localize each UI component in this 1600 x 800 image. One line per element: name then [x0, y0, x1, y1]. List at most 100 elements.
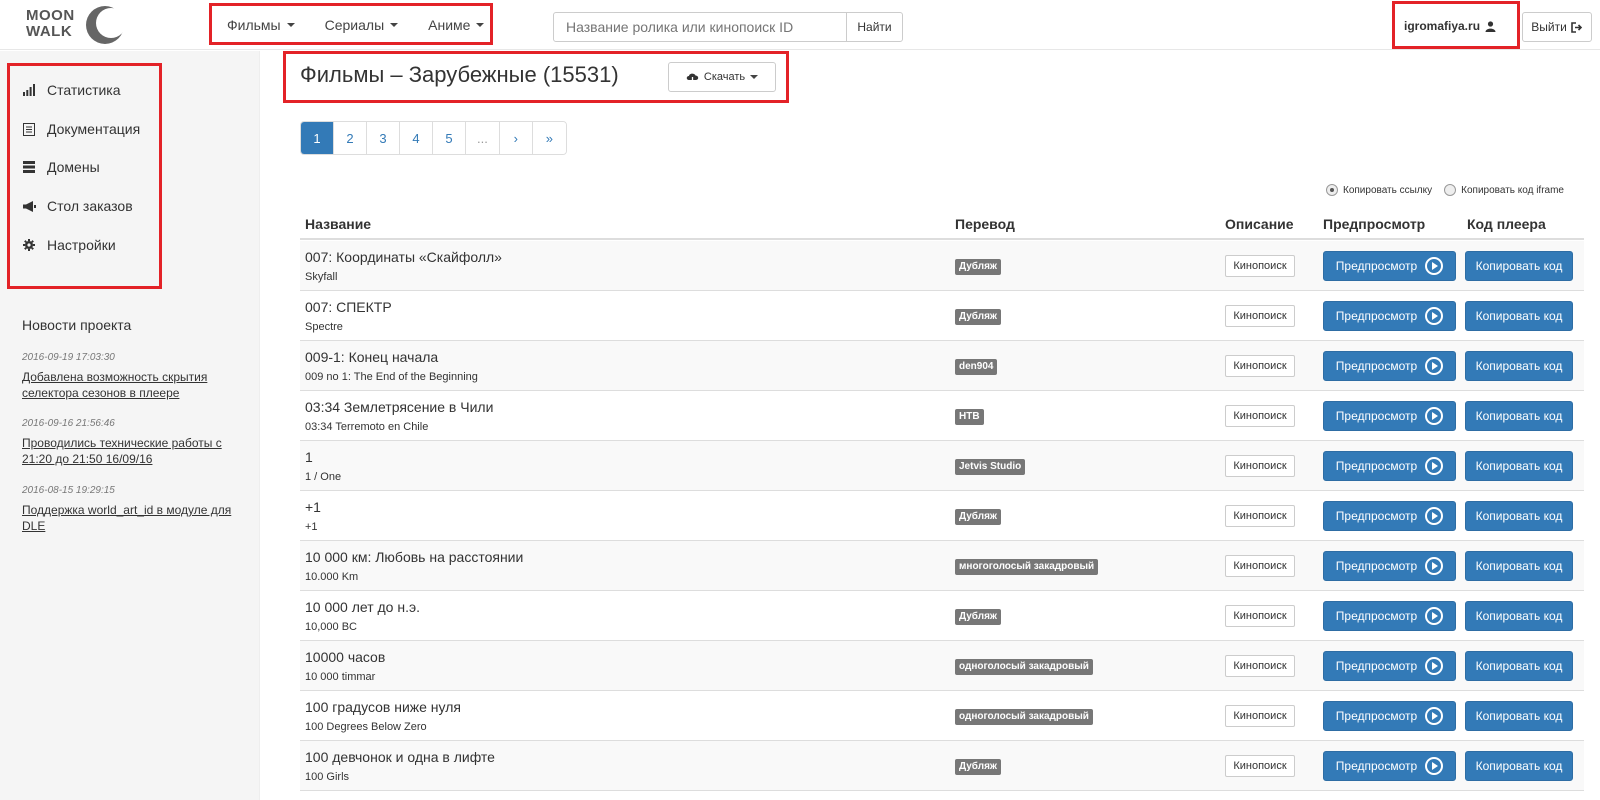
- download-button[interactable]: Скачать: [668, 62, 776, 92]
- sidebar-item-label: Стол заказов: [47, 198, 133, 214]
- table-row: 007: Координаты «Скайфолл» Skyfall Дубляж К…: [300, 241, 1584, 291]
- table-row: 100 градусов ниже нуля 100 Degrees Below …: [300, 691, 1584, 741]
- table-row: 100 девчонок и одна в лифте 100 Girls Дубл…: [300, 741, 1584, 791]
- kinopoisk-button[interactable]: Кинопоиск: [1225, 655, 1295, 677]
- sidebar-item-documentation[interactable]: Документация: [22, 117, 140, 141]
- film-title: 007: СПЕКТР: [305, 299, 392, 315]
- news-link[interactable]: Проводились технические работы с 21:20 д…: [22, 435, 232, 467]
- film-title: 1: [305, 449, 313, 465]
- play-circle-icon: [1425, 757, 1444, 775]
- server-icon: [22, 160, 36, 174]
- kinopoisk-button[interactable]: Кинопоиск: [1225, 355, 1295, 377]
- preview-button[interactable]: Предпросмотр: [1323, 551, 1456, 581]
- sidebar-item-label: Статистика: [47, 82, 121, 98]
- news-link[interactable]: Добавлена возможность скрытия селектора …: [22, 369, 232, 401]
- preview-button[interactable]: Предпросмотр: [1323, 651, 1456, 681]
- film-original-title: +1: [305, 521, 318, 533]
- sidebar-item-orders[interactable]: Стол заказов: [22, 194, 133, 218]
- copy-code-button[interactable]: Копировать код: [1465, 451, 1573, 481]
- column-player-code: Код плеера: [1467, 216, 1546, 232]
- preview-button[interactable]: Предпросмотр: [1323, 751, 1456, 781]
- menu-films-label: Фильмы: [227, 17, 281, 33]
- preview-button[interactable]: Предпросмотр: [1323, 701, 1456, 731]
- gear-icon: [22, 238, 36, 252]
- column-preview: Предпросмотр: [1323, 216, 1426, 232]
- preview-button[interactable]: Предпросмотр: [1323, 501, 1456, 531]
- preview-button[interactable]: Предпросмотр: [1323, 251, 1456, 281]
- copy-code-button[interactable]: Копировать код: [1465, 301, 1573, 331]
- user-icon: [1485, 20, 1496, 32]
- copy-link-radio[interactable]: Копировать ссылку: [1326, 184, 1432, 196]
- preview-label: Предпросмотр: [1335, 459, 1418, 473]
- sidebar-item-label: Настройки: [47, 237, 116, 253]
- kinopoisk-button[interactable]: Кинопоиск: [1225, 455, 1295, 477]
- logout-button[interactable]: Выйти: [1522, 12, 1592, 42]
- preview-label: Предпросмотр: [1335, 759, 1418, 773]
- copy-code-button[interactable]: Копировать код: [1465, 401, 1573, 431]
- copy-code-button[interactable]: Копировать код: [1465, 701, 1573, 731]
- table-row: 009-1: Конец начала 009 no 1: The End of …: [300, 341, 1584, 391]
- user-name: igromafiya.ru: [1404, 19, 1481, 33]
- translation-badge: одноголосый закадровый: [955, 659, 1093, 675]
- film-title: 100 градусов ниже нуля: [305, 699, 461, 715]
- copy-code-button[interactable]: Копировать код: [1465, 251, 1573, 281]
- film-title: 007: Координаты «Скайфолл»: [305, 249, 502, 265]
- document-icon: [22, 122, 36, 136]
- sidebar-item-settings[interactable]: Настройки: [22, 233, 116, 257]
- table-header: Название Перевод Описание Предпросмотр К…: [300, 210, 1584, 240]
- play-circle-icon: [1425, 707, 1444, 725]
- table-row: 03:34 Землетрясение в Чили 03:34 Terremot…: [300, 391, 1584, 441]
- translation-badge: Дубляж: [955, 759, 1002, 775]
- kinopoisk-button[interactable]: Кинопоиск: [1225, 755, 1295, 777]
- copy-code-button[interactable]: Копировать код: [1465, 601, 1573, 631]
- menu-anime[interactable]: Аниме: [413, 17, 499, 33]
- sidebar-item-statistics[interactable]: Статистика: [22, 78, 121, 102]
- search-input[interactable]: [553, 12, 847, 42]
- preview-button[interactable]: Предпросмотр: [1323, 351, 1456, 381]
- caret-down-icon: [390, 23, 399, 27]
- play-circle-icon: [1425, 557, 1444, 575]
- copy-code-button[interactable]: Копировать код: [1465, 551, 1573, 581]
- user-account-button[interactable]: igromafiya.ru: [1404, 14, 1496, 38]
- page-2[interactable]: 2: [334, 122, 367, 154]
- copy-code-button[interactable]: Копировать код: [1465, 351, 1573, 381]
- preview-button[interactable]: Предпросмотр: [1323, 301, 1456, 331]
- page-next[interactable]: ›: [499, 122, 533, 154]
- download-label: Скачать: [703, 71, 746, 83]
- news-link[interactable]: Поддержка world_art_id в модуле для DLE: [22, 502, 232, 534]
- page-4[interactable]: 4: [400, 122, 433, 154]
- preview-button[interactable]: Предпросмотр: [1323, 451, 1456, 481]
- play-circle-icon: [1425, 357, 1444, 375]
- kinopoisk-button[interactable]: Кинопоиск: [1225, 305, 1295, 327]
- kinopoisk-button[interactable]: Кинопоиск: [1225, 255, 1295, 277]
- table-row: 10 000 лет до н.э. 10,000 BC Дубляж Кинопои…: [300, 591, 1584, 641]
- copy-code-button[interactable]: Копировать код: [1465, 751, 1573, 781]
- menu-series[interactable]: Сериалы: [310, 17, 414, 33]
- play-circle-icon: [1425, 507, 1444, 525]
- play-circle-icon: [1425, 257, 1444, 275]
- preview-button[interactable]: Предпросмотр: [1323, 401, 1456, 431]
- sidebar-item-domains[interactable]: Домены: [22, 155, 100, 179]
- kinopoisk-button[interactable]: Кинопоиск: [1225, 605, 1295, 627]
- kinopoisk-button[interactable]: Кинопоиск: [1225, 505, 1295, 527]
- menu-films[interactable]: Фильмы: [212, 17, 310, 33]
- play-circle-icon: [1425, 407, 1444, 425]
- preview-label: Предпросмотр: [1335, 659, 1418, 673]
- table-row: 10 000 км: Любовь на расстоянии 10.000 Km…: [300, 541, 1584, 591]
- preview-button[interactable]: Предпросмотр: [1323, 601, 1456, 631]
- page-last[interactable]: »: [532, 122, 566, 154]
- copy-code-button[interactable]: Копировать код: [1465, 651, 1573, 681]
- moonwalk-logo[interactable]: MOON WALK: [26, 6, 126, 46]
- page-1[interactable]: 1: [301, 122, 334, 154]
- search-button[interactable]: Найти: [846, 12, 903, 42]
- kinopoisk-button[interactable]: Кинопоиск: [1225, 405, 1295, 427]
- copy-iframe-radio[interactable]: Копировать код iframe: [1444, 184, 1564, 196]
- copy-link-label: Копировать ссылку: [1343, 184, 1433, 196]
- kinopoisk-button[interactable]: Кинопоиск: [1225, 555, 1295, 577]
- kinopoisk-button[interactable]: Кинопоиск: [1225, 705, 1295, 727]
- copy-code-button[interactable]: Копировать код: [1465, 501, 1573, 531]
- page-3[interactable]: 3: [367, 122, 400, 154]
- page-5[interactable]: 5: [433, 122, 466, 154]
- play-circle-icon: [1425, 307, 1444, 325]
- logout-icon: [1570, 21, 1582, 33]
